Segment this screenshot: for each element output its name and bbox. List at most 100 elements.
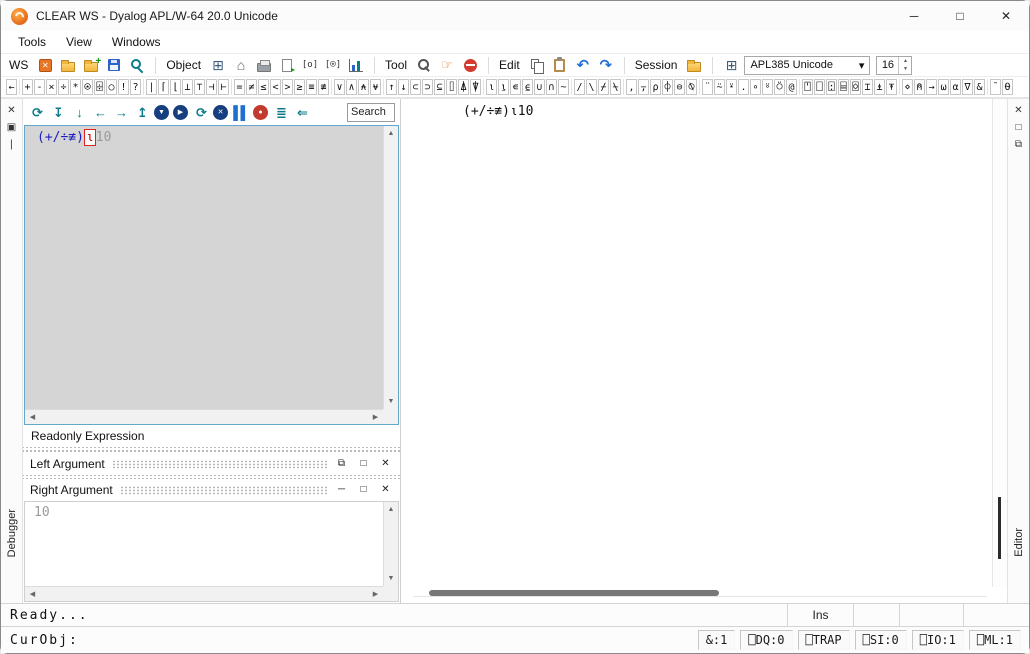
trace-into-icon[interactable]: ↧ bbox=[49, 104, 66, 121]
apl-symbol-button[interactable]: ~ bbox=[558, 79, 569, 95]
maximize-icon[interactable]: □ bbox=[356, 459, 371, 469]
apl-symbol-button[interactable]: = bbox=[234, 79, 245, 95]
editor-panel[interactable]: (+/÷≢)⍳10 bbox=[401, 99, 1007, 603]
undo-button[interactable]: ↶ bbox=[573, 55, 593, 75]
redo-button[interactable]: ↷ bbox=[596, 55, 616, 75]
apl-symbol-button[interactable]: + bbox=[22, 79, 33, 95]
apl-symbol-button[interactable]: \ bbox=[586, 79, 597, 95]
apl-symbol-button[interactable]: ⍺ bbox=[950, 79, 961, 95]
object-methods-button[interactable]: [⍟] bbox=[323, 55, 343, 75]
minimize-icon[interactable]: ─ bbox=[334, 485, 349, 495]
menu-tools[interactable]: Tools bbox=[9, 33, 55, 51]
restore-icon[interactable]: ⧉ bbox=[1015, 140, 1022, 150]
paste-button[interactable] bbox=[550, 55, 570, 75]
search-tool-button[interactable] bbox=[414, 55, 434, 75]
object-properties-button[interactable]: [o] bbox=[300, 55, 320, 75]
apl-symbol-button[interactable]: ⋄ bbox=[902, 79, 913, 95]
run-icon[interactable]: ▶ bbox=[173, 105, 188, 120]
copy-ws-button[interactable] bbox=[81, 55, 101, 75]
apl-symbol-button[interactable]: ⍱ bbox=[370, 79, 381, 95]
apl-symbol-button[interactable]: @ bbox=[786, 79, 797, 95]
continue-icon[interactable]: ▼ bbox=[154, 105, 169, 120]
forward-icon[interactable]: → bbox=[112, 104, 129, 121]
session-file-button[interactable] bbox=[684, 55, 704, 75]
apl-symbol-button[interactable]: → bbox=[926, 79, 937, 95]
apl-symbol-button[interactable]: ÷ bbox=[58, 79, 69, 95]
quit-icon[interactable]: ⇐ bbox=[293, 104, 310, 121]
clear-ws-button[interactable] bbox=[35, 55, 55, 75]
spin-down-icon[interactable]: ▼ bbox=[899, 65, 911, 74]
font-size-stepper[interactable]: 16 ▲ ▼ bbox=[876, 56, 912, 75]
threads-icon[interactable]: ≣ bbox=[272, 104, 289, 121]
apl-symbol-button[interactable]: ! bbox=[118, 79, 129, 95]
apl-symbol-button[interactable]: ⍎ bbox=[874, 79, 885, 95]
scroll-right-icon[interactable]: ▶ bbox=[368, 587, 383, 602]
apl-symbol-button[interactable]: ≢ bbox=[318, 79, 329, 95]
apl-symbol-button[interactable]: , bbox=[626, 79, 637, 95]
apl-symbol-button[interactable]: ¨ bbox=[702, 79, 713, 95]
apl-symbol-button[interactable]: ≥ bbox=[294, 79, 305, 95]
apl-symbol-button[interactable]: ∧ bbox=[346, 79, 357, 95]
apl-symbol-button[interactable]: ⌷ bbox=[446, 79, 457, 95]
apl-symbol-button[interactable]: ⍕ bbox=[886, 79, 897, 95]
apl-symbol-button[interactable]: ⊆ bbox=[434, 79, 445, 95]
horizontal-scrollbar[interactable]: ◀ ▶ bbox=[25, 586, 383, 601]
apl-symbol-button[interactable]: ? bbox=[130, 79, 141, 95]
apl-symbol-button[interactable]: ↓ bbox=[398, 79, 409, 95]
drag-handle[interactable] bbox=[120, 486, 327, 495]
trace-edit-area[interactable]: (+/÷≢)⍳10 ▲ ▼ ◀ ▶ bbox=[24, 125, 399, 425]
vertical-scrollbar[interactable]: ▲ ▼ bbox=[383, 502, 398, 586]
apl-symbol-button[interactable]: - bbox=[34, 79, 45, 95]
close-icon[interactable]: ✕ bbox=[378, 459, 393, 469]
reset-trace-icon[interactable]: ⟳ bbox=[192, 104, 209, 121]
close-icon[interactable]: ✕ bbox=[1014, 106, 1022, 116]
apl-symbol-button[interactable]: ≠ bbox=[246, 79, 257, 95]
apl-symbol-button[interactable]: ⍀ bbox=[610, 79, 621, 95]
apl-symbol-button[interactable]: ⌈ bbox=[158, 79, 169, 95]
edit-object-button[interactable]: ⌂ bbox=[231, 55, 251, 75]
apl-symbol-button[interactable]: ⌶ bbox=[862, 79, 873, 95]
apl-symbol-button[interactable]: . bbox=[738, 79, 749, 95]
horizontal-scrollbar[interactable] bbox=[413, 590, 987, 597]
apl-symbol-button[interactable]: ↑ bbox=[386, 79, 397, 95]
print-object-button[interactable] bbox=[254, 55, 274, 75]
apl-symbol-button[interactable]: ⌽ bbox=[662, 79, 673, 95]
apl-symbol-button[interactable]: ⍋ bbox=[458, 79, 469, 95]
scrollbar-thumb[interactable] bbox=[998, 497, 1001, 559]
apl-symbol-button[interactable]: ⍲ bbox=[358, 79, 369, 95]
scroll-down-icon[interactable]: ▼ bbox=[384, 394, 399, 409]
apl-symbol-button[interactable]: ⌸ bbox=[838, 79, 849, 95]
search-input[interactable] bbox=[347, 103, 395, 122]
apl-symbol-button[interactable]: ⎕ bbox=[814, 79, 825, 95]
vertical-scrollbar[interactable] bbox=[992, 99, 1007, 587]
apl-symbol-button[interactable]: ⍥ bbox=[774, 79, 785, 95]
apl-symbol-button[interactable]: ⍬ bbox=[1002, 79, 1013, 95]
back-icon[interactable]: ← bbox=[91, 104, 108, 121]
close-icon[interactable]: ✕ bbox=[7, 106, 15, 116]
apl-symbol-button[interactable]: ∘ bbox=[750, 79, 761, 95]
apl-symbol-button[interactable]: ⍨ bbox=[714, 79, 725, 95]
apl-symbol-button[interactable]: ⍤ bbox=[762, 79, 773, 95]
apl-symbol-button[interactable]: ∪ bbox=[534, 79, 545, 95]
step-over-icon[interactable]: ↓ bbox=[70, 104, 87, 121]
apl-symbol-button[interactable]: ⍝ bbox=[914, 79, 925, 95]
load-ws-button[interactable] bbox=[58, 55, 78, 75]
float-icon[interactable]: ▣ bbox=[7, 123, 16, 133]
session-grid-button[interactable]: ⊞ bbox=[721, 55, 741, 75]
apl-symbol-button[interactable]: ⍟ bbox=[82, 79, 93, 95]
apl-symbol-button[interactable]: ⊣ bbox=[206, 79, 217, 95]
menu-windows[interactable]: Windows bbox=[103, 33, 170, 51]
apl-symbol-button[interactable]: ⌿ bbox=[598, 79, 609, 95]
edit-array-button[interactable]: ⊞ bbox=[208, 55, 228, 75]
restart-icon[interactable]: ⟳ bbox=[28, 104, 45, 121]
apl-symbol-button[interactable]: ⌹ bbox=[94, 79, 105, 95]
status-window-button[interactable] bbox=[460, 55, 480, 75]
apl-symbol-button[interactable]: ⊃ bbox=[422, 79, 433, 95]
apl-symbol-button[interactable]: ⊖ bbox=[674, 79, 685, 95]
scroll-up-icon[interactable]: ▲ bbox=[384, 126, 399, 141]
debugger-tab-label[interactable]: Debugger bbox=[6, 509, 18, 557]
apl-symbol-button[interactable]: ⊂ bbox=[410, 79, 421, 95]
apl-symbol-button[interactable]: ⍸ bbox=[498, 79, 509, 95]
maximize-button[interactable]: □ bbox=[937, 1, 983, 31]
scroll-left-icon[interactable]: ◀ bbox=[25, 410, 40, 425]
